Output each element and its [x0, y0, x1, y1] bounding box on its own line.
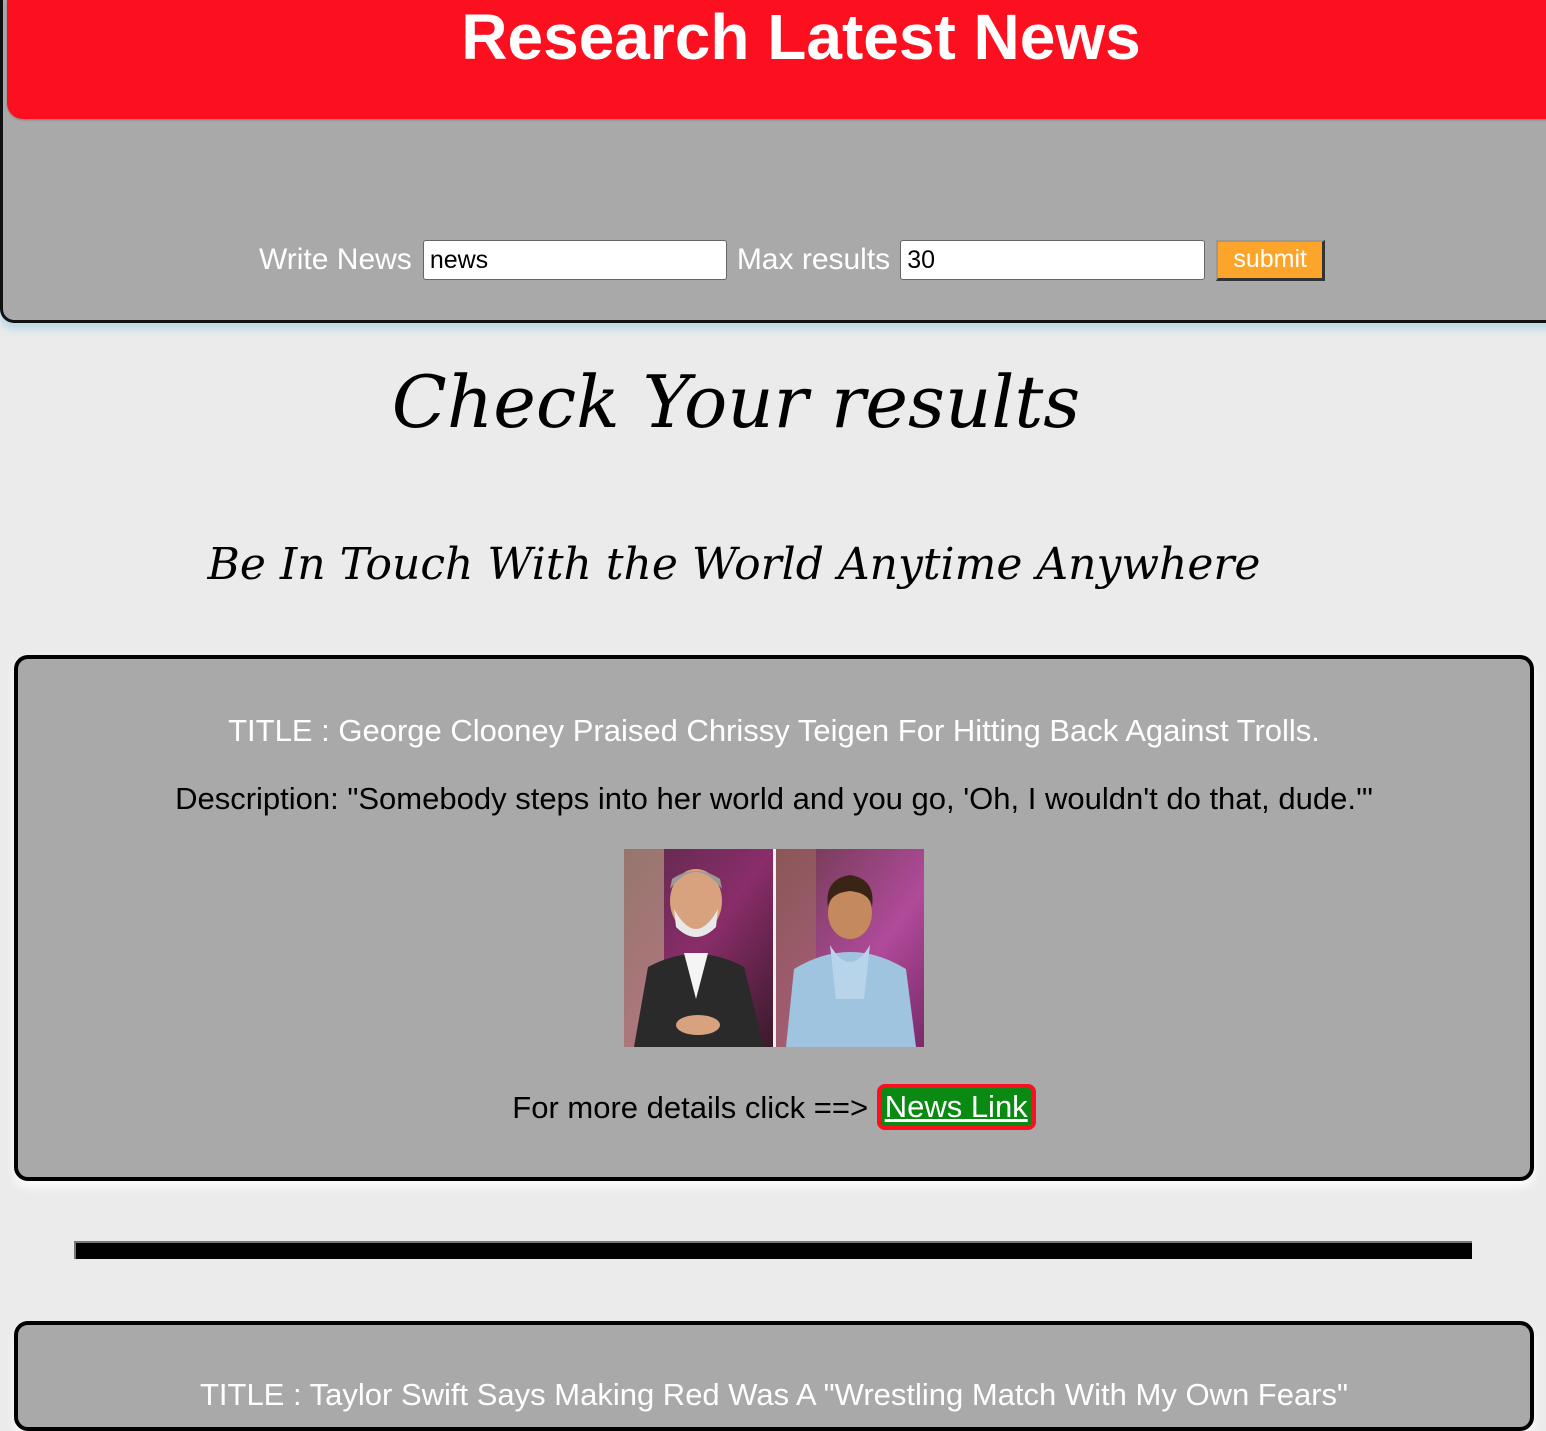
tagline: Be In Touch With the World Anytime Anywh…	[207, 539, 1261, 590]
search-form: Write News Max results submit	[259, 239, 1326, 281]
news-card: TITLE : George Clooney Praised Chrissy T…	[14, 655, 1534, 1181]
results-heading: Check Your results	[391, 360, 1081, 444]
details-text: For more details click ==>	[512, 1090, 877, 1125]
news-card: TITLE : Taylor Swift Says Making Red Was…	[14, 1321, 1534, 1431]
news-title: TITLE : George Clooney Praised Chrissy T…	[228, 713, 1320, 748]
max-results-label: Max results	[736, 243, 891, 276]
header-panel: Research Latest News Write News Max resu…	[0, 0, 1546, 323]
divider-bar	[74, 1241, 1472, 1259]
news-link[interactable]: News Link	[876, 1083, 1036, 1130]
submit-button[interactable]: submit	[1216, 239, 1326, 281]
news-description: Description: "Somebody steps into her wo…	[175, 781, 1373, 816]
news-thumbnail-image	[624, 849, 924, 1047]
max-results-input[interactable]	[900, 240, 1206, 280]
news-query-input[interactable]	[422, 240, 727, 280]
news-photo-collage	[624, 849, 924, 1047]
write-news-label: Write News	[259, 243, 412, 276]
details-line: For more details click ==> News Link	[18, 1083, 1530, 1133]
news-title: TITLE : Taylor Swift Says Making Red Was…	[199, 1377, 1349, 1412]
site-title: Research Latest News	[461, 1, 1141, 73]
